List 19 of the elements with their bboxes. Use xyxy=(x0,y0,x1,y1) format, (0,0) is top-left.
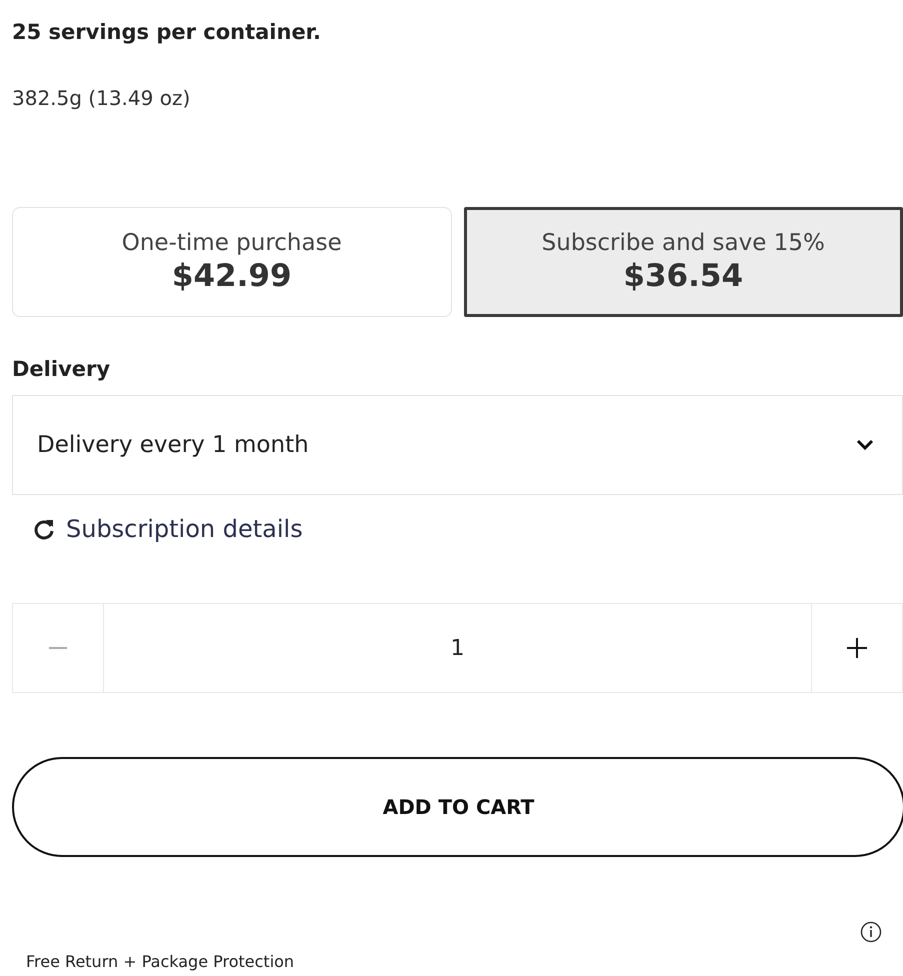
delivery-label: Delivery xyxy=(12,357,110,381)
refresh-icon xyxy=(32,517,56,541)
servings-text: 25 servings per container. xyxy=(12,20,322,44)
subscription-link[interactable]: Subscription details xyxy=(32,515,303,543)
option-price: $42.99 xyxy=(172,258,292,294)
plus-icon xyxy=(847,638,867,658)
purchase-option[interactable]: Subscribe and save 15% $36.54 xyxy=(464,207,903,317)
delivery-value: Delivery every 1 month xyxy=(37,432,309,458)
protection-text: Free Return + Package Protection xyxy=(26,952,294,971)
delivery-select[interactable]: Delivery every 1 month xyxy=(12,395,903,495)
purchase-option[interactable]: One-time purchase $42.99 xyxy=(12,207,452,317)
option-price: $36.54 xyxy=(623,258,744,294)
minus-icon xyxy=(49,646,67,650)
weight-text: 382.5g (13.49 oz) xyxy=(12,86,190,110)
add-to-cart-button[interactable]: ADD TO CART xyxy=(12,757,903,857)
chevron-down-icon xyxy=(856,439,874,451)
option-label: One-time purchase xyxy=(122,230,342,256)
info-icon[interactable] xyxy=(860,921,882,943)
option-label: Subscribe and save 15% xyxy=(542,230,825,256)
